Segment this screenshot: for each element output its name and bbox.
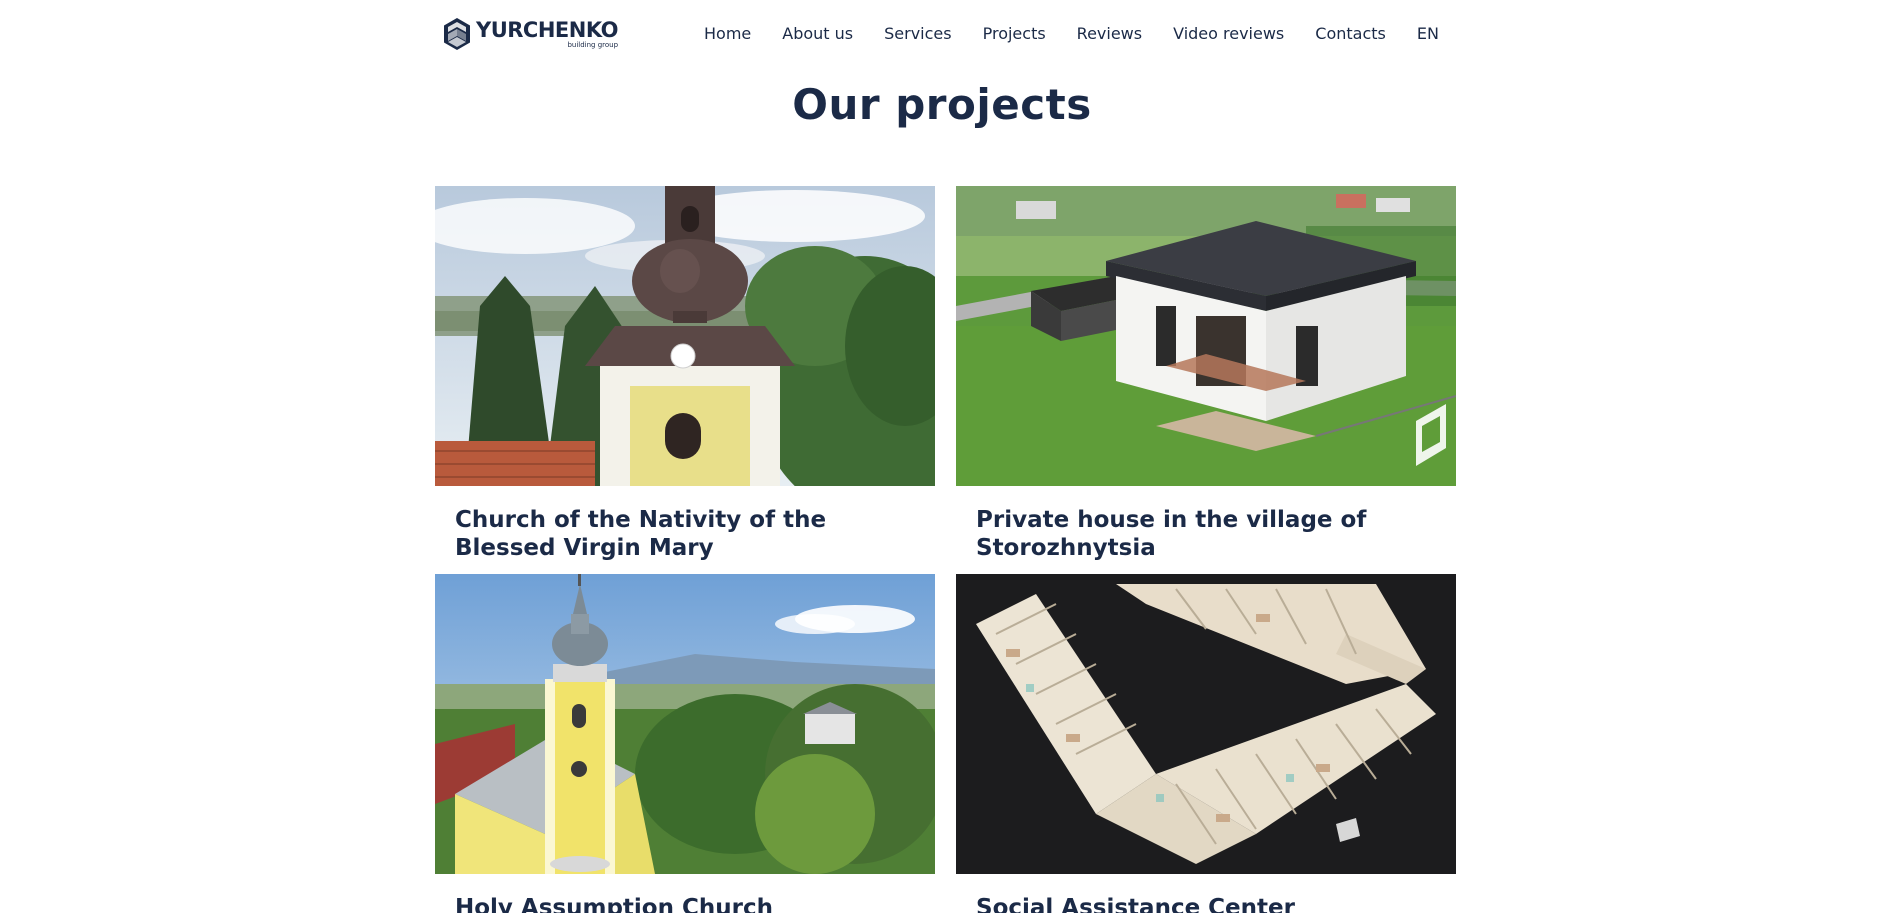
project-card[interactable]: Private house in the village of Storozhn… (956, 186, 1456, 562)
nav-services[interactable]: Services (884, 24, 951, 43)
nav-video-reviews[interactable]: Video reviews (1173, 24, 1284, 43)
logo-subtitle: building group (567, 40, 619, 49)
page-title: Our projects (792, 80, 1092, 129)
project-title: Church of the Nativity of the Blessed Vi… (455, 507, 827, 561)
project-card[interactable]: Social Assistance Center (956, 574, 1456, 913)
3d-floor-plan-render (956, 574, 1456, 874)
logo-text: YURCHENKO building group (476, 17, 619, 49)
church-tower-photo (435, 186, 935, 486)
yellow-church-aerial-photo (435, 574, 935, 874)
private-house-aerial-photo (956, 186, 1456, 486)
nav-contacts[interactable]: Contacts (1315, 24, 1386, 43)
project-title: Private house in the village of Storozhn… (976, 507, 1367, 561)
logo-hexagon-icon (444, 18, 470, 50)
project-title: Holy Assumption Church (455, 895, 773, 913)
main-nav: Home About us Services Projects Reviews … (704, 20, 1439, 46)
nav-about-us[interactable]: About us (782, 24, 853, 43)
site-header: YURCHENKO building group Home About us S… (0, 0, 1884, 66)
logo-name: YURCHENKO (476, 17, 619, 42)
nav-reviews[interactable]: Reviews (1077, 24, 1142, 43)
project-card[interactable]: Holy Assumption Church (435, 574, 935, 913)
nav-projects[interactable]: Projects (983, 24, 1046, 43)
language-switcher[interactable]: EN (1417, 24, 1439, 43)
logo-link[interactable]: YURCHENKO building group (442, 14, 632, 54)
project-title: Social Assistance Center (976, 895, 1295, 913)
page: YURCHENKO building group Home About us S… (0, 0, 1884, 913)
project-card[interactable]: Church of the Nativity of the Blessed Vi… (435, 186, 935, 562)
nav-home[interactable]: Home (704, 24, 751, 43)
